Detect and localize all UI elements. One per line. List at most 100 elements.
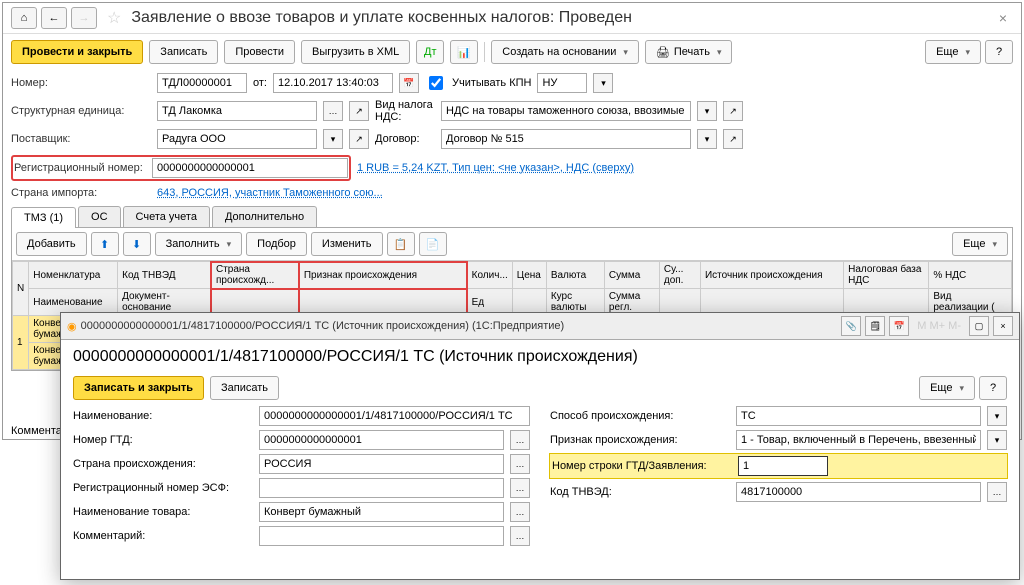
vat-open[interactable]: ↗ (723, 101, 743, 121)
m-buttons[interactable]: M M+ M- (913, 320, 965, 332)
contract-input[interactable] (441, 129, 691, 149)
kpn-checkbox[interactable] (429, 76, 443, 90)
unit-open[interactable]: ↗ (349, 101, 369, 121)
p-comment-input[interactable] (259, 526, 504, 546)
tab-tmz[interactable]: ТМЗ (1) (11, 207, 76, 228)
col-sud[interactable]: Су... доп. (659, 262, 700, 289)
p-esf-input[interactable] (259, 478, 504, 498)
post-button[interactable]: Провести (224, 40, 295, 64)
kpn-dropdown[interactable]: ▾ (593, 73, 613, 93)
dialog-more-button[interactable]: Еще (919, 376, 975, 400)
p-goods-dots[interactable]: … (510, 502, 530, 522)
p-feature-dd[interactable]: ▾ (987, 430, 1007, 450)
edit-button[interactable]: Изменить (311, 232, 383, 256)
unit-label: Структурная единица: (11, 105, 151, 117)
copy-button[interactable]: 📋 (387, 232, 415, 256)
create-based-on-button[interactable]: Создать на основании (491, 40, 639, 64)
fav-icon[interactable]: 📎 (841, 316, 861, 336)
supplier-input[interactable] (157, 129, 317, 149)
dt-icon-button[interactable]: Дт (416, 40, 444, 64)
number-input[interactable] (157, 73, 247, 93)
paste-button[interactable]: 📄 (419, 232, 447, 256)
regnum-input[interactable] (152, 158, 348, 178)
unit-dots[interactable]: … (323, 101, 343, 121)
col-vatpct[interactable]: % НДС (929, 262, 1012, 289)
favorite-star-icon[interactable]: ☆ (107, 8, 121, 28)
row-down-button[interactable]: ⬇ (123, 232, 151, 256)
p-tnved-input[interactable] (736, 482, 981, 502)
export-xml-button[interactable]: Выгрузить в XML (301, 40, 410, 64)
close-button[interactable]: × (993, 8, 1013, 28)
dialog-heading: 0000000000000001/1/4817100000/РОССИЯ/1 Т… (61, 340, 1019, 374)
forward-button[interactable]: → (71, 7, 97, 29)
supplier-dropdown[interactable]: ▾ (323, 129, 343, 149)
col-qty[interactable]: Колич... (467, 262, 512, 289)
p-gtdline-input[interactable] (738, 456, 828, 476)
p-tnved-dots[interactable]: … (987, 482, 1007, 502)
select-button[interactable]: Подбор (246, 232, 307, 256)
dialog-title: 0000000000000001/1/4817100000/РОССИЯ/1 Т… (81, 320, 838, 332)
col-feature[interactable]: Признак происхождения (299, 262, 467, 289)
tab-additional[interactable]: Дополнительно (212, 206, 317, 227)
col-sum[interactable]: Сумма (604, 262, 659, 289)
calendar-icon[interactable]: 📅 (399, 73, 419, 93)
dialog-help-button[interactable]: ? (979, 376, 1007, 400)
contract-dropdown[interactable]: ▾ (697, 129, 717, 149)
p-country-dots[interactable]: … (510, 454, 530, 474)
rate-link[interactable]: 1 RUB = 5,24 KZT, Тип цен: <не указан>, … (357, 162, 634, 174)
tabs: ТМЗ (1) ОС Счета учета Дополнительно (11, 206, 1013, 228)
vat-dropdown[interactable]: ▾ (697, 101, 717, 121)
p-country-input[interactable] (259, 454, 504, 474)
fill-button[interactable]: Заполнить (155, 232, 243, 256)
col-nomen[interactable]: Номенклатура (29, 262, 118, 289)
dialog-close-button[interactable]: × (993, 316, 1013, 336)
col-tnved[interactable]: Код ТНВЭД (118, 262, 212, 289)
unit-input[interactable] (157, 101, 317, 121)
date-input[interactable] (273, 73, 393, 93)
p-tnved-label: Код ТНВЭД: (550, 486, 730, 498)
contract-label: Договор: (375, 133, 435, 145)
report-icon-button[interactable]: 📊 (450, 40, 478, 64)
post-and-close-button[interactable]: Провести и закрыть (11, 40, 143, 64)
col-curr[interactable]: Валюта (546, 262, 604, 289)
p-name-input[interactable] (259, 406, 530, 426)
calc-icon[interactable]: 🗒 (865, 316, 885, 336)
vat-input[interactable] (441, 101, 691, 121)
p-name-label: Наименование: (73, 410, 253, 422)
add-row-button[interactable]: Добавить (16, 232, 87, 256)
p-esf-dots[interactable]: … (510, 478, 530, 498)
p-comment-dots[interactable]: … (510, 526, 530, 546)
more-button[interactable]: Еще (925, 40, 981, 64)
home-button[interactable]: ⌂ (11, 7, 37, 29)
p-feature-input[interactable] (736, 430, 981, 450)
p-gtd-input[interactable] (259, 430, 504, 450)
back-button[interactable]: ← (41, 7, 67, 29)
dialog-save-close-button[interactable]: Записать и закрыть (73, 376, 204, 400)
tab-os[interactable]: ОС (78, 206, 121, 227)
col-n[interactable]: N (13, 262, 29, 316)
kpn-input[interactable] (537, 73, 587, 93)
dialog-save-button[interactable]: Записать (210, 376, 279, 400)
tab-accounts[interactable]: Счета учета (123, 206, 210, 227)
print-button[interactable]: 🖨 Печать (645, 40, 733, 64)
col-price[interactable]: Цена (512, 262, 546, 289)
import-country-link[interactable]: 643, РОССИЯ, участник Таможенного сою... (157, 187, 383, 199)
grid-more-button[interactable]: Еще (952, 232, 1008, 256)
save-button[interactable]: Записать (149, 40, 218, 64)
origin-dialog: ◉ 0000000000000001/1/4817100000/РОССИЯ/1… (60, 312, 1020, 580)
col-origin[interactable]: Источник происхождения (700, 262, 843, 289)
p-gtd-dots[interactable]: … (510, 430, 530, 450)
help-button[interactable]: ? (985, 40, 1013, 64)
dialog-min-button[interactable]: ▢ (969, 316, 989, 336)
p-method-input[interactable] (736, 406, 981, 426)
cal-icon[interactable]: 📅 (889, 316, 909, 336)
col-taxbase[interactable]: Налоговая база НДС (844, 262, 929, 289)
date-label: от: (253, 77, 267, 89)
p-goods-input[interactable] (259, 502, 504, 522)
supplier-open[interactable]: ↗ (349, 129, 369, 149)
col-country[interactable]: Страна происхожд... (211, 262, 299, 289)
p-method-dd[interactable]: ▾ (987, 406, 1007, 426)
p-esf-label: Регистрационный номер ЭСФ: (73, 482, 253, 494)
row-up-button[interactable]: ⬆ (91, 232, 119, 256)
contract-open[interactable]: ↗ (723, 129, 743, 149)
